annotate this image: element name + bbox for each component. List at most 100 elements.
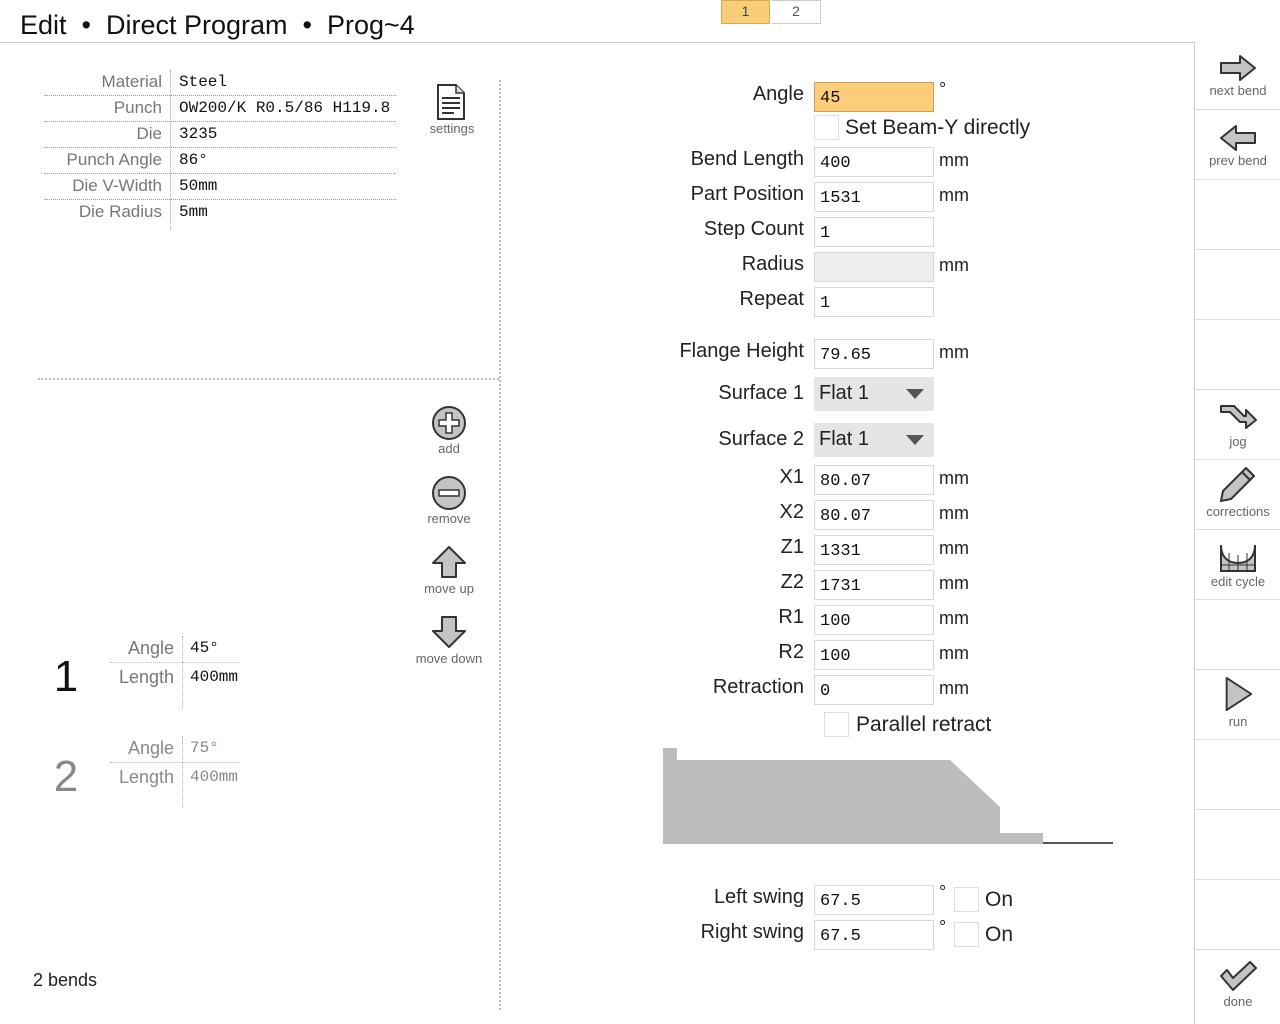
- r2-input[interactable]: 100: [814, 640, 934, 670]
- next-bend-button[interactable]: next bend: [1195, 42, 1280, 110]
- jog-arrow-icon: [1220, 405, 1257, 429]
- repeat-label: Repeat: [739, 288, 805, 310]
- remove-bend-button[interactable]: remove: [399, 473, 499, 529]
- surface1-label: Surface 1: [718, 382, 804, 404]
- parallel-retract-checkbox[interactable]: [824, 712, 849, 737]
- bend-length-label: Length: [118, 667, 174, 687]
- info-value: 3235: [179, 125, 218, 143]
- bend-length-label: Length: [118, 767, 174, 787]
- left-swing-on-checkbox[interactable]: [954, 887, 979, 912]
- remove-label: remove: [427, 511, 471, 526]
- info-column-divider: [170, 70, 171, 230]
- info-value: 86°: [179, 151, 208, 169]
- run-button[interactable]: run: [1195, 670, 1280, 740]
- edit-cycle-button[interactable]: edit cycle: [1195, 530, 1280, 600]
- action-sidebar: next bend prev bend jog corrections edit…: [1194, 42, 1280, 1024]
- prev-bend-button[interactable]: prev bend: [1195, 110, 1280, 180]
- flange-height-input[interactable]: 79.65: [814, 339, 934, 369]
- z2-input[interactable]: 1731: [814, 570, 934, 600]
- x2-label: X2: [779, 501, 804, 523]
- arrow-down-icon: [432, 616, 466, 648]
- surface2-label: Surface 2: [718, 428, 804, 450]
- x1-unit: mm: [939, 468, 969, 488]
- add-bend-button[interactable]: add: [399, 403, 499, 459]
- z1-input[interactable]: 1331: [814, 535, 934, 565]
- done-label: done: [1223, 994, 1253, 1009]
- info-value: 5mm: [179, 203, 208, 221]
- done-button[interactable]: done: [1195, 950, 1280, 1024]
- left-swing-on-label: On: [985, 888, 1014, 911]
- info-label: Die Radius: [78, 202, 162, 221]
- bend-item-1[interactable]: 1 Angle 45° Length 400mm: [40, 636, 270, 716]
- r1-input[interactable]: 100: [814, 605, 934, 635]
- right-swing-label: Right swing: [700, 921, 804, 943]
- x2-input[interactable]: 80.07: [814, 500, 934, 530]
- bend-length-value: 400mm: [190, 668, 239, 686]
- bend-length-input[interactable]: 400: [814, 147, 934, 177]
- move-up-label: move up: [424, 581, 474, 596]
- z2-label: Z2: [780, 571, 804, 593]
- r1-unit: mm: [939, 608, 969, 628]
- sidebar-empty-slot: [1195, 320, 1280, 390]
- x2-unit: mm: [939, 503, 969, 523]
- set-beam-y-label: Set Beam-Y directly: [845, 116, 1031, 139]
- bend-length-unit: mm: [939, 150, 969, 170]
- x1-input[interactable]: 80.07: [814, 465, 934, 495]
- surface1-select[interactable]: Flat 1: [814, 377, 934, 411]
- sidebar-empty-slot: [1195, 880, 1280, 950]
- info-row-die: Die 3235: [44, 122, 396, 148]
- angle-input[interactable]: 45: [814, 82, 934, 112]
- right-swing-input[interactable]: 67.5: [814, 920, 934, 950]
- next-bend-label: next bend: [1209, 83, 1267, 98]
- set-beam-y-checkbox[interactable]: [814, 115, 839, 140]
- page-tab-2[interactable]: 2: [772, 0, 821, 24]
- z2-unit: mm: [939, 573, 969, 593]
- chevron-down-icon: [906, 389, 924, 399]
- bend-number: 1: [53, 652, 79, 701]
- left-swing-input[interactable]: 67.5: [814, 885, 934, 915]
- edit-cycle-icon: [1220, 544, 1256, 572]
- vertical-divider: [499, 80, 501, 1010]
- right-swing-on-checkbox[interactable]: [954, 922, 979, 947]
- arrow-left-icon: [1220, 125, 1256, 151]
- surface2-select[interactable]: Flat 1: [814, 423, 934, 457]
- info-value: OW200/K R0.5/86 H119.8: [179, 99, 391, 117]
- radius-unit: mm: [939, 255, 969, 275]
- flange-height-label: Flange Height: [679, 340, 804, 362]
- bend-item-2[interactable]: 2 Angle 75° Length 400mm: [40, 736, 270, 816]
- sidebar-empty-slot: [1195, 250, 1280, 320]
- info-label: Die: [136, 124, 162, 143]
- arrow-up-icon: [432, 546, 466, 578]
- parallel-retract-label: Parallel retract: [856, 713, 992, 736]
- document-icon: [437, 84, 465, 120]
- move-down-button[interactable]: move down: [399, 613, 499, 669]
- info-label: Punch Angle: [66, 150, 162, 169]
- right-swing-unit: °: [939, 917, 947, 937]
- angle-label: Angle: [752, 83, 804, 105]
- radius-input: [814, 252, 934, 282]
- header-divider: [0, 42, 1194, 43]
- jog-button[interactable]: jog: [1195, 390, 1280, 460]
- step-count-input[interactable]: 1: [814, 217, 934, 247]
- checkmark-icon: [1220, 961, 1257, 991]
- jog-label: jog: [1229, 434, 1247, 449]
- page-tab-1[interactable]: 1: [721, 0, 770, 24]
- settings-label: settings: [429, 121, 475, 136]
- sidebar-empty-slot: [1195, 740, 1280, 810]
- chevron-down-icon: [906, 435, 924, 445]
- repeat-input[interactable]: 1: [814, 287, 934, 317]
- corrections-button[interactable]: corrections: [1195, 460, 1280, 530]
- z1-label: Z1: [780, 536, 804, 558]
- bend-angle-label: Angle: [127, 638, 174, 658]
- horizontal-divider: [38, 378, 499, 380]
- settings-button[interactable]: settings: [420, 80, 484, 140]
- page-title: Edit • Direct Program • Prog~4: [20, 10, 415, 40]
- bend-column-divider: [182, 736, 183, 808]
- retraction-input[interactable]: 0: [814, 675, 934, 705]
- sidebar-empty-slot: [1195, 810, 1280, 880]
- info-row-punch-angle: Punch Angle 86°: [44, 148, 396, 174]
- part-position-input[interactable]: 1531: [814, 182, 934, 212]
- finger-profile-shape: [663, 748, 1043, 844]
- move-up-button[interactable]: move up: [399, 543, 499, 599]
- pencil-icon: [1220, 467, 1255, 502]
